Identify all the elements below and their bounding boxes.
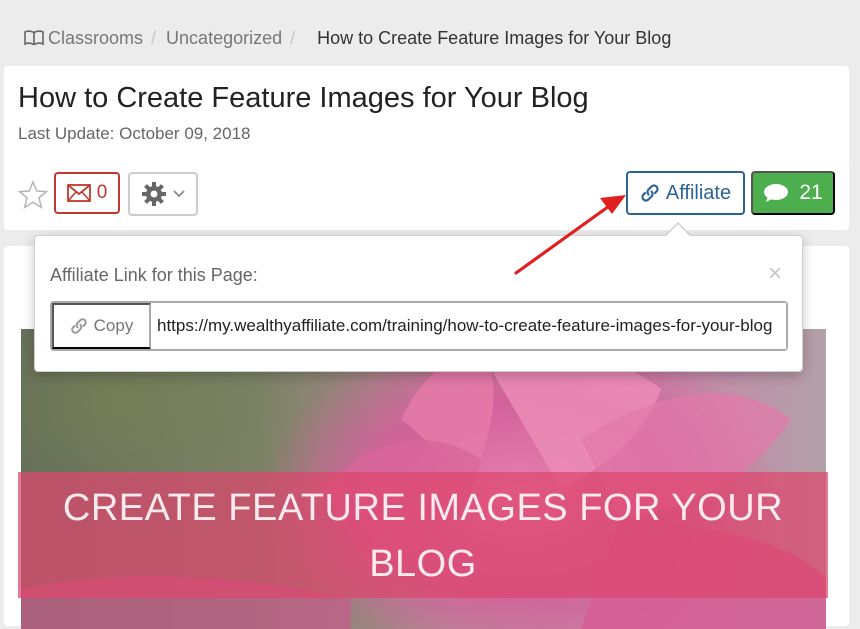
page-title: How to Create Feature Images for Your Bl… bbox=[18, 82, 589, 114]
affiliate-link-popover: Affiliate Link for this Page: × Copy bbox=[34, 235, 803, 372]
affiliate-link-group: Copy bbox=[50, 301, 788, 351]
breadcrumb-uncategorized[interactable]: Uncategorized bbox=[166, 28, 282, 49]
star-outline-icon[interactable] bbox=[18, 180, 48, 210]
copy-label: Copy bbox=[93, 316, 134, 335]
chevron-down-icon bbox=[173, 190, 185, 198]
breadcrumb-separator: / bbox=[151, 27, 157, 48]
image-title-text: CREATE FEATURE IMAGES FOR YOUR BLOG bbox=[18, 480, 828, 592]
comments-count: 21 bbox=[799, 181, 823, 204]
speech-bubble-icon bbox=[764, 184, 789, 202]
popover-arrow-fill bbox=[665, 224, 691, 237]
affiliate-link-input[interactable] bbox=[151, 303, 786, 349]
close-icon[interactable]: × bbox=[768, 260, 782, 288]
lesson-header-card: How to Create Feature Images for Your Bl… bbox=[4, 66, 849, 230]
link-icon bbox=[70, 318, 87, 334]
banner-line-2: BLOG bbox=[369, 543, 477, 585]
affiliate-label: Affiliate bbox=[665, 181, 732, 204]
message-count: 0 bbox=[96, 182, 108, 203]
affiliate-button[interactable]: Affiliate bbox=[626, 171, 745, 215]
link-icon bbox=[641, 184, 659, 202]
last-update: Last Update: October 09, 2018 bbox=[18, 124, 251, 143]
popover-title: Affiliate Link for this Page: bbox=[50, 265, 258, 285]
breadcrumb: Classrooms / Uncategorized / How to Crea… bbox=[24, 26, 671, 50]
copy-button[interactable]: Copy bbox=[52, 303, 151, 349]
breadcrumb-separator: / bbox=[290, 27, 296, 48]
breadcrumb-current: How to Create Feature Images for Your Bl… bbox=[317, 27, 672, 48]
breadcrumb-classrooms[interactable]: Classrooms bbox=[48, 28, 143, 49]
comments-button[interactable]: 21 bbox=[751, 171, 835, 215]
message-button[interactable]: 0 bbox=[54, 172, 120, 214]
banner-line-1: CREATE FEATURE IMAGES FOR YOUR bbox=[62, 487, 784, 529]
settings-dropdown-button[interactable] bbox=[128, 172, 198, 216]
book-icon bbox=[24, 30, 44, 46]
gear-icon bbox=[142, 182, 166, 206]
envelope-icon bbox=[66, 184, 91, 202]
